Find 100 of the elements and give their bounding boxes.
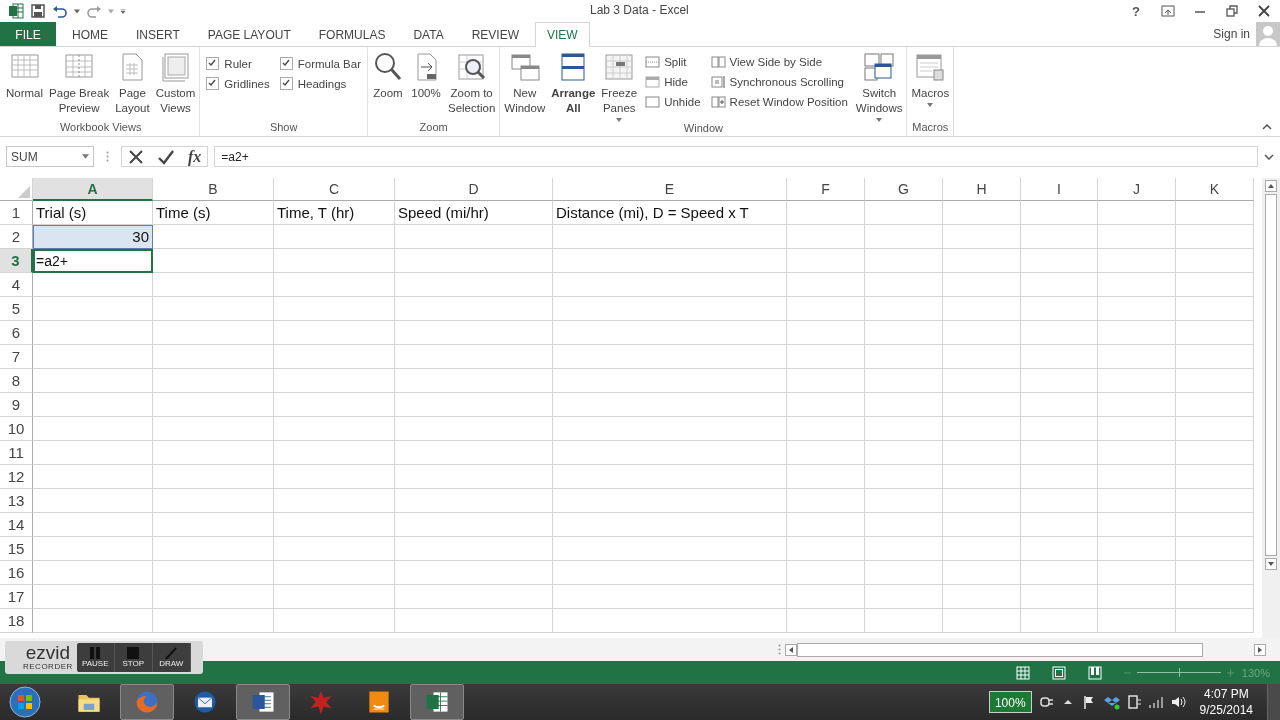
ribbon-tab[interactable]: HOME	[60, 22, 120, 46]
table-cell[interactable]	[1176, 585, 1254, 609]
table-cell[interactable]	[1098, 609, 1176, 633]
table-cell[interactable]	[865, 249, 943, 273]
table-cell[interactable]	[787, 441, 865, 465]
ribbon-tab[interactable]: PAGE LAYOUT	[195, 22, 303, 46]
table-cell[interactable]	[865, 225, 943, 249]
ribbon-tab[interactable]: REVIEW	[459, 22, 531, 46]
table-cell[interactable]	[553, 273, 787, 297]
table-cell[interactable]	[395, 537, 553, 561]
table-cell[interactable]	[274, 489, 395, 513]
ribbon-button[interactable]: Zoom to Selection	[446, 51, 498, 121]
table-cell[interactable]: =a2+	[33, 249, 153, 273]
row-header[interactable]: 9	[0, 393, 33, 417]
table-cell[interactable]	[553, 441, 787, 465]
ribbon-button[interactable]: Macros	[909, 51, 952, 121]
undo-icon[interactable]	[52, 3, 68, 19]
grip-icon[interactable]	[778, 644, 781, 655]
column-header[interactable]: H	[943, 178, 1021, 201]
ribbon-button[interactable]: Switch Windows	[853, 51, 905, 122]
column-header[interactable]: K	[1176, 178, 1254, 201]
table-cell[interactable]	[787, 609, 865, 633]
table-cell[interactable]	[1176, 513, 1254, 537]
box-icon[interactable]	[1103, 694, 1120, 710]
table-cell[interactable]	[865, 345, 943, 369]
table-cell[interactable]	[1021, 585, 1098, 609]
select-all-button[interactable]	[0, 178, 33, 201]
table-cell[interactable]	[1021, 201, 1098, 225]
table-cell[interactable]	[274, 609, 395, 633]
table-cell[interactable]	[153, 489, 274, 513]
table-cell[interactable]	[274, 393, 395, 417]
table-cell[interactable]	[395, 225, 553, 249]
row-header[interactable]: 17	[0, 585, 33, 609]
table-cell[interactable]	[1021, 321, 1098, 345]
table-cell[interactable]	[33, 489, 153, 513]
ribbon-tab[interactable]: VIEW	[535, 22, 590, 47]
table-cell[interactable]	[153, 585, 274, 609]
table-cell[interactable]	[1176, 249, 1254, 273]
table-cell[interactable]	[1098, 561, 1176, 585]
table-cell[interactable]	[1098, 393, 1176, 417]
table-cell[interactable]	[1176, 609, 1254, 633]
row-header[interactable]: 3	[0, 249, 33, 273]
recorder-button[interactable]: PAUSE	[76, 643, 115, 672]
table-cell[interactable]	[395, 321, 553, 345]
table-cell[interactable]	[1021, 537, 1098, 561]
table-cell[interactable]	[1176, 273, 1254, 297]
table-cell[interactable]	[787, 561, 865, 585]
table-cell[interactable]	[33, 345, 153, 369]
show-desktop-button[interactable]	[1267, 684, 1280, 720]
table-cell[interactable]	[153, 393, 274, 417]
table-cell[interactable]	[1098, 345, 1176, 369]
table-cell[interactable]	[274, 537, 395, 561]
table-cell[interactable]	[274, 225, 395, 249]
table-cell[interactable]	[1098, 201, 1176, 225]
table-cell[interactable]	[787, 513, 865, 537]
table-cell[interactable]	[943, 585, 1021, 609]
table-cell[interactable]	[1176, 321, 1254, 345]
row-header[interactable]: 13	[0, 489, 33, 513]
table-cell[interactable]	[553, 513, 787, 537]
table-cell[interactable]	[865, 297, 943, 321]
table-cell[interactable]	[1098, 249, 1176, 273]
table-cell[interactable]	[153, 249, 274, 273]
table-cell[interactable]	[943, 321, 1021, 345]
table-cell[interactable]	[274, 561, 395, 585]
scroll-right-icon[interactable]	[1254, 643, 1266, 656]
column-header[interactable]: B	[153, 178, 274, 201]
ribbon-button[interactable]: Normal	[4, 51, 46, 121]
table-cell[interactable]	[553, 609, 787, 633]
table-cell[interactable]	[943, 249, 1021, 273]
table-cell[interactable]	[1176, 201, 1254, 225]
ribbon-button[interactable]: Freeze Panes	[599, 51, 640, 122]
table-cell[interactable]	[274, 345, 395, 369]
table-cell[interactable]	[865, 441, 943, 465]
column-header[interactable]: I	[1021, 178, 1098, 201]
table-cell[interactable]: Speed (mi/hr)	[395, 201, 553, 225]
collapse-ribbon-icon[interactable]	[1262, 124, 1272, 130]
scrollbar-thumb[interactable]	[797, 642, 1203, 657]
table-cell[interactable]	[553, 585, 787, 609]
table-cell[interactable]	[153, 297, 274, 321]
table-cell[interactable]	[553, 345, 787, 369]
clock-time[interactable]: 4:07 PM	[1203, 686, 1249, 702]
table-cell[interactable]	[33, 465, 153, 489]
table-cell[interactable]	[33, 609, 153, 633]
signal-icon[interactable]	[1147, 694, 1164, 710]
table-cell[interactable]	[1021, 465, 1098, 489]
row-header[interactable]: 5	[0, 297, 33, 321]
table-cell[interactable]	[1021, 273, 1098, 297]
table-cell[interactable]	[33, 537, 153, 561]
row-header[interactable]: 8	[0, 369, 33, 393]
table-cell[interactable]	[1021, 345, 1098, 369]
taskbar-button[interactable]	[410, 684, 464, 720]
table-cell[interactable]	[787, 201, 865, 225]
table-cell[interactable]	[787, 393, 865, 417]
table-cell[interactable]	[943, 369, 1021, 393]
table-cell[interactable]	[33, 513, 153, 537]
table-cell[interactable]	[553, 417, 787, 441]
table-cell[interactable]	[865, 393, 943, 417]
table-cell[interactable]	[1098, 321, 1176, 345]
table-cell[interactable]	[153, 225, 274, 249]
table-cell[interactable]	[865, 609, 943, 633]
